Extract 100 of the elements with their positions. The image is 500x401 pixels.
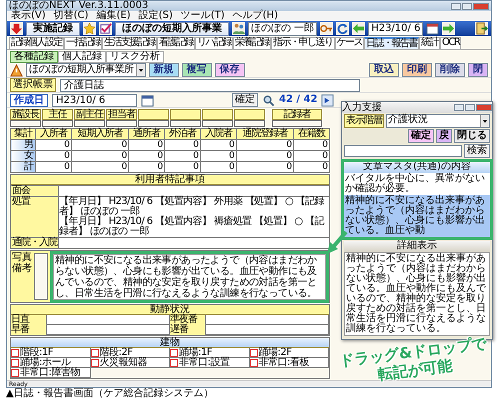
notes-field[interactable] [59,186,329,196]
next-page-icon[interactable] [321,94,334,106]
tab[interactable]: ケース [334,37,364,49]
blank-header [234,109,265,120]
people-icon[interactable] [232,22,245,35]
blank-header [138,109,169,120]
checkbox[interactable] [170,348,178,356]
key-icon[interactable] [320,22,334,35]
duty-field[interactable] [47,315,170,325]
office-dropdown[interactable]: ほのぼの短期入所事業所 [26,63,146,77]
tab[interactable]: 一括記録 [64,37,102,49]
toolbar-button[interactable]: 削除 [435,63,465,77]
form-label: 選択帳票 [10,78,56,92]
list-item[interactable]: 精神的に不安になる出来事があったようで（内容はまだわからない状態）、心身にも影響が出ている。血圧や動 [344,195,490,237]
menu-item[interactable]: 表示(V) [11,11,46,21]
checkbox[interactable] [11,358,19,366]
stamp-box[interactable] [138,120,169,127]
minimize-button[interactable] [454,104,464,111]
tab[interactable]: 看護記録 [157,37,195,49]
toolbar-button[interactable]: 新規 [148,63,178,77]
menu-item[interactable]: 編集(E) [96,11,131,21]
tab[interactable]: リハ記録 [195,37,233,49]
column-header: 在籍数 [294,128,330,140]
refresh-icon[interactable] [336,22,350,35]
tab[interactable]: 日誌・報告書 [364,37,419,49]
calendar-icon[interactable] [426,22,440,35]
tab[interactable]: 栄養記録 [233,37,271,49]
duty-field[interactable] [206,315,329,325]
menu-item[interactable]: ヘルプ(H) [232,11,278,21]
menu-item[interactable]: 切替(C) [54,11,88,21]
left-arrow-icon[interactable] [352,22,366,35]
toolbar-button[interactable]: 取込 [369,63,399,77]
date-field[interactable]: H23/10/ 6 [368,22,424,36]
caret-icon[interactable] [480,115,489,127]
category-dropdown[interactable]: 介護状況 [386,114,490,128]
stamp-box[interactable] [234,120,265,127]
detail-text: 精神的に不安になる出来事があったようで（内容はまだわからない状態）、心身にも影響が出ている。血圧や動作にも及んでいるので、精神的な安定を取り戻すための対話を第一とし、日常生活を円滑に行なえるような訓練を行なっている。 [344,252,490,336]
stamp-box[interactable] [106,120,137,127]
stamp-box[interactable] [272,120,322,127]
minimize-button[interactable] [451,2,461,10]
popup-button[interactable]: 閉じる [454,129,490,143]
toolbar-button[interactable]: 複写 [182,63,212,77]
stamp-box[interactable] [74,120,105,127]
search-icon[interactable] [262,94,275,106]
caret-icon[interactable] [136,64,144,76]
right-arrow-icon[interactable] [442,22,456,35]
confirm-button[interactable]: 確定 [232,93,258,107]
toolbar-button[interactable]: 印刷 [402,63,432,77]
checkmark-icon[interactable] [99,22,112,35]
row-label: 女 [10,150,36,162]
menu-item[interactable]: ツール(T) [180,11,225,21]
tab[interactable]: 記録個人設定 [9,37,64,49]
tab[interactable]: OCR [440,37,462,49]
exit-icon[interactable] [475,22,488,35]
tab[interactable]: 統計 [419,37,440,49]
column-header: 集計 [10,128,36,140]
created-date-field[interactable]: H23/10/ 6 [52,94,137,106]
stamp-box[interactable] [10,120,41,127]
notes-field[interactable]: 【年月日】 H23/10/ 6 【処置内容】 外用薬 【処置】 ○ 【記録者】 ほのぼの 一郎 【年月日】 H23/10/ 6 【処置内容】 褥瘡処置 【処置】 ○ 【記録者】 ほのぼの 一郎 [59,197,329,237]
search-field[interactable] [344,145,462,157]
section-header: 建物 [11,338,329,348]
down-arrow-icon[interactable] [10,22,23,35]
popup-button[interactable]: 確定 [408,129,434,143]
duty-field[interactable] [206,325,329,335]
calendar-icon[interactable] [141,94,154,106]
menu-item[interactable]: 設定(S) [138,11,173,21]
toolbar-button[interactable]: 閉 [468,63,488,77]
photo-area[interactable] [34,253,48,300]
toolbar-button[interactable]: 保存 [214,63,244,77]
mode-label[interactable]: 実施記録 [26,22,80,36]
tab[interactable]: リスク分析 [106,51,164,63]
maximize-button[interactable] [465,104,475,111]
user-field[interactable]: ほのぼの 一郎 [248,22,318,36]
stamp-box[interactable] [170,120,201,127]
duty-field[interactable] [47,325,170,335]
list-item[interactable]: バイタルを中心に、異常がないか確認が必要。 [344,173,490,195]
maximize-button[interactable] [462,2,472,10]
checkbox[interactable] [170,358,178,366]
close-button[interactable] [473,2,489,10]
stamp-box[interactable] [42,120,73,127]
search-button[interactable]: 検索 [464,144,490,158]
level-button[interactable]: 表示階層 [344,114,384,128]
stamp-box[interactable] [202,120,233,127]
row-label: 日直 [11,315,47,325]
tab[interactable]: 生活支援記録 [102,37,157,49]
checkbox[interactable] [11,368,19,376]
checkbox-label: 階段:1F [20,348,53,358]
row-label: 早番 [11,325,47,335]
popup-button[interactable]: 戻 [436,129,452,143]
record-line: 【年月日】 H23/10/ 6 【処置内容】 外用薬 【処置】 ○ 【記録者】 ほのぼの 一郎 [59,197,326,217]
remarks-field[interactable]: 精神的に不安になる出来事があったようで（内容はまだわからない状態）、心身にも影響が出ている。血圧や動作にも及んでいるので、精神的な安定を取り戻すための対話を第一とし、日常生活を円滑に行なえるような訓練を行なっている。 [53,254,326,300]
tab[interactable]: 個人記録 [58,51,106,63]
checkbox[interactable] [11,348,19,356]
star-icon[interactable] [83,22,96,35]
notes-field[interactable] [59,238,329,248]
form-field[interactable]: 介護日誌 [60,78,360,92]
warning-icon[interactable] [10,64,23,76]
tab[interactable]: 指示・申し送り [271,37,334,49]
tab[interactable]: 各種記録 [10,51,58,63]
caption: ▲日誌・報告書画面（ケア総合記録システム） [5,388,215,399]
